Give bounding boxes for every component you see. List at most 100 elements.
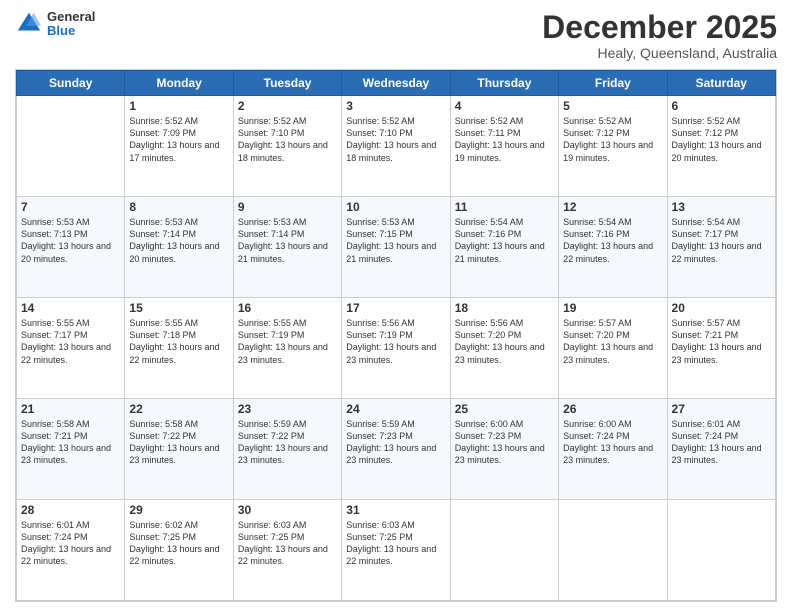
day-info: Sunrise: 5:53 AM Sunset: 7:15 PM Dayligh… [346,216,445,265]
calendar-cell: 27 Sunrise: 6:01 AM Sunset: 7:24 PM Dayli… [667,399,775,500]
day-info: Sunrise: 5:53 AM Sunset: 7:14 PM Dayligh… [238,216,337,265]
calendar-cell: 17Sunrise: 5:56 AM Sunset: 7:19 PM Dayli… [342,298,450,399]
day-number: 3 [346,99,445,113]
day-number: 7 [21,200,120,214]
day-info: Sunrise: 5:58 AM Sunset: 7:22 PM Dayligh… [129,418,228,467]
day-number: 18 [455,301,554,315]
day-header-thursday: Thursday [450,71,558,96]
day-header-friday: Friday [559,71,667,96]
calendar-cell: 5 Sunrise: 5:52 AM Sunset: 7:12 PM Daylig… [559,96,667,197]
day-number: 29 [129,503,228,517]
calendar-cell [667,500,775,601]
calendar-cell: 15Sunrise: 5:55 AM Sunset: 7:18 PM Dayli… [125,298,233,399]
calendar-cell: 7 Sunrise: 5:53 AM Sunset: 7:13 PM Daylig… [17,197,125,298]
day-info: Sunrise: 5:53 AM Sunset: 7:13 PM Dayligh… [21,216,120,265]
calendar-cell: 24Sunrise: 5:59 AM Sunset: 7:23 PM Dayli… [342,399,450,500]
day-number: 8 [129,200,228,214]
calendar-cell: 13Sunrise: 5:54 AM Sunset: 7:17 PM Dayli… [667,197,775,298]
days-header-row: SundayMondayTuesdayWednesdayThursdayFrid… [17,71,776,96]
day-info: Sunrise: 6:03 AM Sunset: 7:25 PM Dayligh… [238,519,337,568]
day-info: Sunrise: 5:57 AM Sunset: 7:20 PM Dayligh… [563,317,662,366]
day-number: 14 [21,301,120,315]
day-number: 31 [346,503,445,517]
header: General Blue December 2025 Healy, Queens… [15,10,777,61]
calendar-cell: 8 Sunrise: 5:53 AM Sunset: 7:14 PM Daylig… [125,197,233,298]
day-info: Sunrise: 5:56 AM Sunset: 7:20 PM Dayligh… [455,317,554,366]
day-info: Sunrise: 6:02 AM Sunset: 7:25 PM Dayligh… [129,519,228,568]
day-number: 23 [238,402,337,416]
calendar-cell [450,500,558,601]
day-header-wednesday: Wednesday [342,71,450,96]
calendar-week-3: 14Sunrise: 5:55 AM Sunset: 7:17 PM Dayli… [17,298,776,399]
day-number: 25 [455,402,554,416]
day-info: Sunrise: 5:55 AM Sunset: 7:19 PM Dayligh… [238,317,337,366]
day-info: Sunrise: 5:52 AM Sunset: 7:10 PM Dayligh… [346,115,445,164]
calendar-cell: 6 Sunrise: 5:52 AM Sunset: 7:12 PM Daylig… [667,96,775,197]
day-info: Sunrise: 5:57 AM Sunset: 7:21 PM Dayligh… [672,317,771,366]
day-header-tuesday: Tuesday [233,71,341,96]
logo-general: General [47,10,95,24]
day-number: 28 [21,503,120,517]
calendar-cell: 12Sunrise: 5:54 AM Sunset: 7:16 PM Dayli… [559,197,667,298]
calendar-cell [17,96,125,197]
calendar-cell: 4 Sunrise: 5:52 AM Sunset: 7:11 PM Daylig… [450,96,558,197]
day-number: 9 [238,200,337,214]
calendar-cell [559,500,667,601]
calendar-cell: 2 Sunrise: 5:52 AM Sunset: 7:10 PM Daylig… [233,96,341,197]
location: Healy, Queensland, Australia [542,45,777,61]
day-number: 21 [21,402,120,416]
day-info: Sunrise: 5:52 AM Sunset: 7:10 PM Dayligh… [238,115,337,164]
day-number: 12 [563,200,662,214]
day-header-monday: Monday [125,71,233,96]
calendar-week-5: 28 Sunrise: 6:01 AM Sunset: 7:24 PM Dayli… [17,500,776,601]
day-number: 19 [563,301,662,315]
day-info: Sunrise: 6:01 AM Sunset: 7:24 PM Dayligh… [672,418,771,467]
calendar-cell: 28 Sunrise: 6:01 AM Sunset: 7:24 PM Dayli… [17,500,125,601]
day-number: 6 [672,99,771,113]
day-number: 27 [672,402,771,416]
day-info: Sunrise: 5:52 AM Sunset: 7:12 PM Dayligh… [563,115,662,164]
calendar-cell: 9 Sunrise: 5:53 AM Sunset: 7:14 PM Daylig… [233,197,341,298]
calendar-week-4: 21 Sunrise: 5:58 AM Sunset: 7:21 PM Dayli… [17,399,776,500]
logo-icon [15,10,43,38]
calendar-week-2: 7 Sunrise: 5:53 AM Sunset: 7:13 PM Daylig… [17,197,776,298]
day-number: 20 [672,301,771,315]
day-info: Sunrise: 5:52 AM Sunset: 7:11 PM Dayligh… [455,115,554,164]
day-info: Sunrise: 5:59 AM Sunset: 7:23 PM Dayligh… [346,418,445,467]
day-number: 2 [238,99,337,113]
day-number: 4 [455,99,554,113]
day-number: 16 [238,301,337,315]
day-info: Sunrise: 6:01 AM Sunset: 7:24 PM Dayligh… [21,519,120,568]
page: General Blue December 2025 Healy, Queens… [0,0,792,612]
day-info: Sunrise: 5:59 AM Sunset: 7:22 PM Dayligh… [238,418,337,467]
calendar-cell: 23 Sunrise: 5:59 AM Sunset: 7:22 PM Dayli… [233,399,341,500]
day-header-sunday: Sunday [17,71,125,96]
calendar-cell: 16 Sunrise: 5:55 AM Sunset: 7:19 PM Dayli… [233,298,341,399]
calendar-week-1: 1 Sunrise: 5:52 AM Sunset: 7:09 PM Daylig… [17,96,776,197]
day-number: 1 [129,99,228,113]
day-number: 13 [672,200,771,214]
calendar-cell: 11Sunrise: 5:54 AM Sunset: 7:16 PM Dayli… [450,197,558,298]
calendar-cell: 10Sunrise: 5:53 AM Sunset: 7:15 PM Dayli… [342,197,450,298]
day-info: Sunrise: 5:52 AM Sunset: 7:09 PM Dayligh… [129,115,228,164]
day-number: 30 [238,503,337,517]
day-number: 26 [563,402,662,416]
day-info: Sunrise: 5:52 AM Sunset: 7:12 PM Dayligh… [672,115,771,164]
month-title: December 2025 [542,10,777,45]
calendar-cell: 25Sunrise: 6:00 AM Sunset: 7:23 PM Dayli… [450,399,558,500]
day-number: 15 [129,301,228,315]
logo: General Blue [15,10,95,39]
calendar-cell: 19 Sunrise: 5:57 AM Sunset: 7:20 PM Dayli… [559,298,667,399]
logo-text: General Blue [47,10,95,39]
day-header-saturday: Saturday [667,71,775,96]
calendar-cell: 22Sunrise: 5:58 AM Sunset: 7:22 PM Dayli… [125,399,233,500]
calendar-table: SundayMondayTuesdayWednesdayThursdayFrid… [16,70,776,601]
calendar-cell: 21 Sunrise: 5:58 AM Sunset: 7:21 PM Dayli… [17,399,125,500]
day-info: Sunrise: 5:58 AM Sunset: 7:21 PM Dayligh… [21,418,120,467]
calendar-cell: 26Sunrise: 6:00 AM Sunset: 7:24 PM Dayli… [559,399,667,500]
day-number: 5 [563,99,662,113]
day-info: Sunrise: 5:53 AM Sunset: 7:14 PM Dayligh… [129,216,228,265]
calendar-cell: 31 Sunrise: 6:03 AM Sunset: 7:25 PM Dayli… [342,500,450,601]
day-number: 17 [346,301,445,315]
day-info: Sunrise: 6:03 AM Sunset: 7:25 PM Dayligh… [346,519,445,568]
